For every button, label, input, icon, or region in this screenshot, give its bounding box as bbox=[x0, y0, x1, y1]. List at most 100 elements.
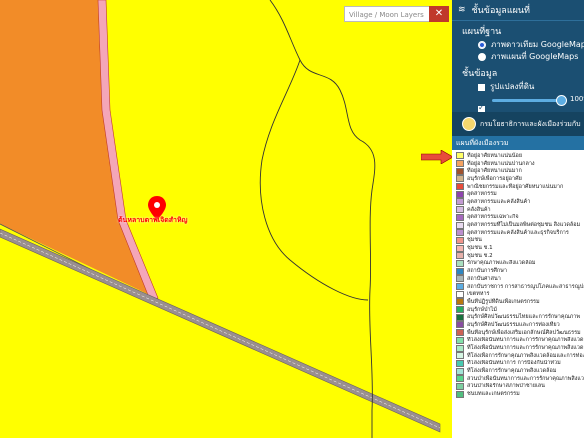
radio-button[interactable] bbox=[478, 53, 486, 61]
legend-swatch bbox=[456, 290, 464, 298]
layer-label: รูปแปลงที่ดิน bbox=[490, 82, 535, 91]
legend-item: ที่อยู่อาศัยหนาแน่นปานกลาง bbox=[456, 160, 584, 168]
legend-swatch bbox=[456, 275, 464, 283]
slider-handle[interactable] bbox=[556, 95, 567, 106]
basemap-option-label: ภาพดาวเทียม GoogleMaps bbox=[491, 40, 584, 49]
legend-item: ที่โล่งเพื่อนันทนาการและการรักษาคุณภาพสิ… bbox=[456, 336, 584, 345]
legend-item: สถาบันการศึกษา bbox=[456, 267, 584, 275]
legend-label: อนุรักษ์ป่าไม้ bbox=[467, 306, 497, 313]
legend-item: อนุรักษ์ป่าไม้ bbox=[456, 306, 584, 314]
legend-label: ที่โล่งเพื่อนันทนาการและการรักษาคุณภาพสิ… bbox=[467, 337, 584, 344]
legend-item: อนุรักษ์ศิลปวัฒนธรรมไทยและการรักษาคุณภาพ bbox=[456, 313, 584, 321]
legend-item: สวนป่าเพื่อนันทนาการและการรักษาคุณภาพสิ่… bbox=[456, 375, 584, 383]
legend-item: ชุมชน ช.1 bbox=[456, 244, 584, 252]
layers-icon: ≋ bbox=[458, 5, 466, 15]
legend-label: อุตสาหกรรม bbox=[467, 191, 497, 198]
legend-label: อนุรักษ์ศิลปวัฒนธรรมไทยและการรักษาคุณภาพ bbox=[467, 314, 581, 321]
legend-swatch bbox=[456, 283, 464, 291]
pin-dot bbox=[154, 202, 160, 208]
legend-label: สวนป่าเพื่อรักษาสภาพป่าชายเลน bbox=[467, 383, 545, 390]
basemap-option[interactable]: ภาพดาวเทียม GoogleMaps bbox=[452, 39, 584, 51]
radio-button[interactable] bbox=[478, 41, 486, 49]
basemap-option-label: ภาพแผนที่ GoogleMaps bbox=[491, 52, 579, 61]
legend-item: สถาบันราชการ การสาธารณูปโภคและสาธารณูปกา… bbox=[456, 283, 584, 291]
legend-item: คลังสินค้า bbox=[456, 206, 584, 214]
basemap-option[interactable]: ภาพแผนที่ GoogleMaps bbox=[452, 51, 584, 63]
legend-item: อุตสาหกรรมเฉพาะกิจ bbox=[456, 213, 584, 222]
legend-item: อุตสาหกรรมและคลังสินค้าและธุรกิจบริการ bbox=[456, 229, 584, 237]
layer-checkbox[interactable] bbox=[478, 83, 485, 91]
legend-swatch bbox=[456, 213, 464, 221]
legend-item: อนุรักษ์ศิลปวัฒนธรรมและการท่องเที่ยว bbox=[456, 321, 584, 329]
legend-swatch bbox=[456, 259, 464, 267]
panel-header[interactable]: ≋ ชั้นข้อมูลแผนที่ bbox=[452, 0, 584, 21]
legend-label: ที่อยู่อาศัยหนาแน่นปานกลาง bbox=[467, 160, 535, 167]
legend-swatch bbox=[456, 367, 464, 375]
legend-swatch bbox=[456, 252, 464, 260]
legend-item: ที่โล่งเพื่อการรักษาคุณภาพสิ่งแวดล้อม bbox=[456, 367, 584, 375]
legend-label: เขตทหาร bbox=[467, 291, 490, 298]
slider-track[interactable] bbox=[492, 99, 564, 102]
legend-label: ชุมชน ช.2 bbox=[467, 252, 493, 259]
panel-title: ชั้นข้อมูลแผนที่ bbox=[471, 6, 530, 16]
legend-label: สถาบันศาสนา bbox=[467, 275, 501, 282]
close-button[interactable]: ✕ bbox=[429, 6, 449, 22]
legend-swatch bbox=[456, 183, 464, 191]
legend-item: สวนป่าเพื่อรักษาสภาพป่าชายเลน bbox=[456, 382, 584, 391]
legend-label: ชุมชน bbox=[467, 237, 482, 244]
legend-item: สถาบันศาสนา bbox=[456, 275, 584, 283]
legend-swatch bbox=[456, 375, 464, 383]
legend-label: พาณิชยกรรมและที่อยู่อาศัยหนาแน่นมาก bbox=[467, 183, 564, 190]
legend-label: ที่โล่งเพื่อการรักษาคุณภาพสิ่งแวดล้อม bbox=[467, 368, 557, 375]
legend-label: รักษาคุณภาพและสิ่งแวดล้อม bbox=[467, 260, 536, 267]
department-bar: กรมโยธาธิการและผังเมืองร่วมกับ bbox=[452, 112, 584, 136]
layer-panel: ≋ ชั้นข้อมูลแผนที่ แผนที่ฐาน ภาพดาวเทียม… bbox=[452, 0, 584, 438]
legend-item: พาณิชยกรรมและที่อยู่อาศัยหนาแน่นมาก bbox=[456, 183, 584, 191]
department-name: กรมโยธาธิการและผังเมืองร่วมกับ bbox=[480, 119, 581, 128]
legend-title: แผนที่ผังเมืองรวม bbox=[452, 136, 584, 150]
legend-panel: แผนที่ผังเมืองรวม ที่อยู่อาศัยหนาแน่นน้อ… bbox=[452, 136, 584, 438]
legend-swatch bbox=[456, 244, 464, 252]
legend-item: ชนบทและเกษตรกรรม bbox=[456, 390, 584, 398]
legend-swatch bbox=[456, 390, 464, 398]
legend-item: ที่โล่งเพื่อนันทนาการ การป้องกันน้ำท่วม bbox=[456, 359, 584, 368]
opacity-slider[interactable]: 100% bbox=[452, 93, 584, 106]
legend-swatch bbox=[456, 236, 464, 244]
legend-item: อนุรักษ์เพื่อการอยู่อาศัย bbox=[456, 175, 584, 183]
legend-swatch bbox=[456, 313, 464, 321]
legend-swatch bbox=[456, 175, 464, 183]
legend-swatch bbox=[456, 221, 464, 229]
legend-label: อนุรักษ์เพื่อการอยู่อาศัย bbox=[467, 175, 522, 182]
pin-label: ต้นหลาบตาพเจิดสำหิญ bbox=[118, 216, 188, 224]
legend-label: สวนป่าเพื่อนันทนาการและการรักษาคุณภาพสิ่… bbox=[467, 375, 584, 382]
opacity-value: 100% bbox=[570, 95, 584, 103]
legend-swatch bbox=[456, 298, 464, 306]
basemap-title: แผนที่ฐาน bbox=[462, 27, 502, 37]
legend-label: ที่อยู่อาศัยหนาแน่นมาก bbox=[467, 168, 522, 175]
legend-item: รักษาคุณภาพและสิ่งแวดล้อม bbox=[456, 259, 584, 268]
legend-label: อนุรักษ์ศิลปวัฒนธรรมและการท่องเที่ยว bbox=[467, 321, 560, 328]
legend-item: ที่โล่งเพื่อนันทนาการและการรักษาคุณภาพสิ… bbox=[456, 344, 584, 352]
legend-item: ที่โล่งเพื่อการรักษาคุณภาพสิ่งแวดล้อมและ… bbox=[456, 352, 584, 360]
layer-option[interactable]: รูปแปลงที่ดิน bbox=[452, 81, 584, 93]
legend-label: ที่โล่งเพื่อการรักษาคุณภาพสิ่งแวดล้อมและ… bbox=[467, 352, 584, 359]
legend-swatch bbox=[456, 321, 464, 329]
legend-label: สถาบันการศึกษา bbox=[467, 268, 507, 275]
legend-item: อุตสาหกรรมและคลังสินค้า bbox=[456, 198, 584, 206]
legend-item: อุตสาหกรรม bbox=[456, 190, 584, 198]
legend-label: อุตสาหกรรมที่ไม่เป็นมลพิษต่อชุมชน สิ่งแว… bbox=[467, 222, 581, 229]
legend-swatch bbox=[456, 160, 464, 168]
legend-swatch bbox=[456, 359, 464, 367]
legend-item: ชุมชน ช.2 bbox=[456, 252, 584, 260]
legend-item: พื้นที่ปฏิรูปที่ดินเพื่อเกษตรกรรม bbox=[456, 298, 584, 306]
legend-item: ที่อยู่อาศัยหนาแน่นมาก bbox=[456, 167, 584, 175]
legend-label: สถาบันราชการ การสาธารณูปโภคและสาธารณูปกา… bbox=[467, 283, 584, 290]
search-input[interactable]: Village / Moon Layers bbox=[344, 6, 430, 22]
legend-swatch bbox=[456, 336, 464, 344]
legend-item: ชุมชน bbox=[456, 236, 584, 245]
legend-label: ที่อยู่อาศัยหนาแน่นน้อย bbox=[467, 152, 523, 159]
legend-swatch bbox=[456, 167, 464, 175]
department-logo-icon bbox=[462, 117, 476, 131]
legend-swatch bbox=[456, 267, 464, 275]
legend-item: ที่อยู่อาศัยหนาแน่นน้อย bbox=[456, 152, 584, 160]
